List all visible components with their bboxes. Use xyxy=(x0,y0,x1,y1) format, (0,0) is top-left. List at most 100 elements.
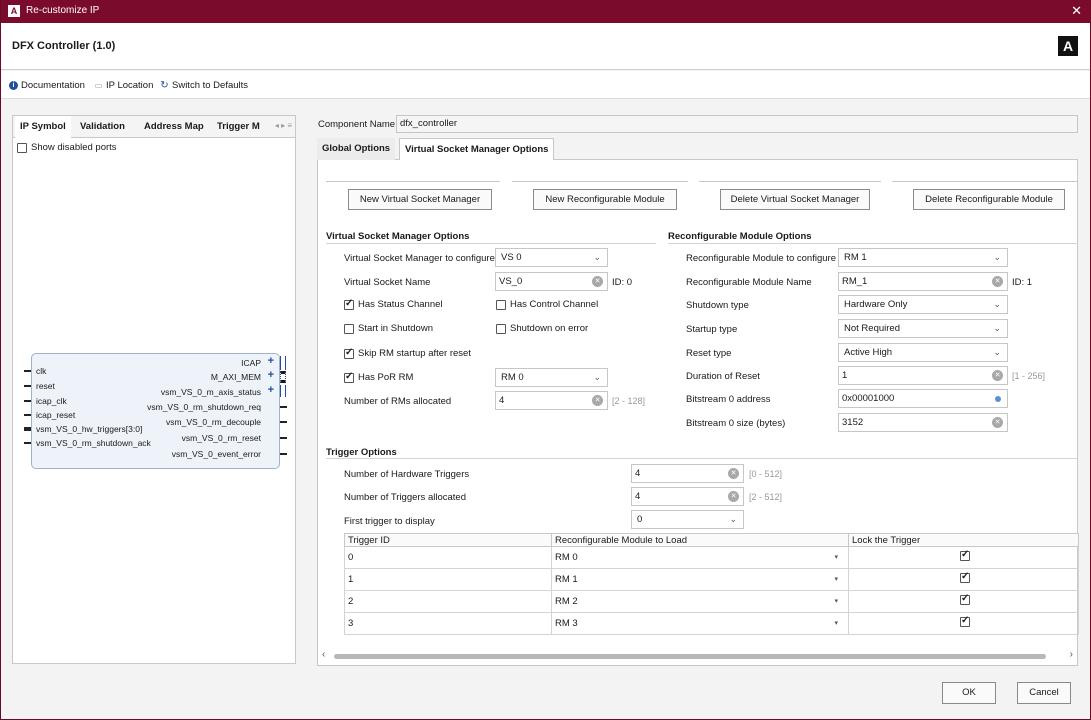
ip-location-link[interactable]: ▭ IP Location xyxy=(94,80,154,91)
section-rule xyxy=(326,458,1078,459)
start-in-shutdown-checkbox[interactable] xyxy=(344,323,354,334)
has-por-rm[interactable]: Has PoR RM xyxy=(344,371,413,383)
col-rm-to-load[interactable]: Reconfigurable Module to Load xyxy=(551,533,849,547)
horizontal-scrollbar[interactable]: ‹ › xyxy=(320,649,1077,663)
col-trigger-id[interactable]: Trigger ID xyxy=(344,533,552,547)
hw-triggers-label: Number of Hardware Triggers xyxy=(344,469,470,480)
documentation-link[interactable]: i Documentation xyxy=(9,80,85,91)
tab-trigger-management[interactable]: Trigger M xyxy=(212,116,265,138)
triggers-alloc-input[interactable]: 4 ✕ xyxy=(631,487,744,506)
divider xyxy=(326,181,500,182)
tab-validation[interactable]: Validation xyxy=(75,116,130,138)
tab-ip-symbol[interactable]: IP Symbol xyxy=(15,116,71,139)
expand-plus-icon[interactable]: + xyxy=(268,369,274,381)
bs0-addr-input[interactable]: 0x00001000 xyxy=(838,389,1008,408)
lock-checkbox[interactable] xyxy=(960,615,970,627)
expand-plus-icon[interactable]: + xyxy=(268,355,274,367)
reset-type-select[interactable]: Active High ⌄ xyxy=(838,343,1008,362)
vs-name-input[interactable]: VS_0 ✕ xyxy=(495,272,608,291)
clear-icon[interactable]: ✕ xyxy=(592,276,603,287)
port-hw-triggers: vsm_VS_0_hw_triggers[3:0] xyxy=(36,424,143,434)
has-control-channel-checkbox[interactable] xyxy=(496,299,506,310)
triggers-alloc-hint: [2 - 512] xyxy=(749,492,783,502)
rm-select-cell[interactable]: RM 2 ▾ xyxy=(551,590,849,613)
port-pin xyxy=(24,370,31,372)
delete-rm-button[interactable]: Delete Reconfigurable Module xyxy=(913,189,1065,210)
scroll-left-icon[interactable]: ‹ xyxy=(322,649,325,660)
lock-checkbox[interactable] xyxy=(960,549,970,561)
hw-triggers-input[interactable]: 4 ✕ xyxy=(631,464,744,483)
table-row[interactable]: 0 RM 0 ▾ xyxy=(344,546,1079,569)
show-disabled-ports-checkbox[interactable] xyxy=(17,142,27,153)
divider xyxy=(512,181,688,182)
port-event-error: vsm_VS_0_event_error xyxy=(171,449,261,459)
new-rm-button[interactable]: New Reconfigurable Module xyxy=(533,189,677,210)
triggers-alloc-label: Number of Triggers allocated xyxy=(344,492,466,503)
section-rule xyxy=(326,243,656,244)
skip-rm-startup[interactable]: Skip RM startup after reset xyxy=(344,347,471,359)
port-pin xyxy=(280,421,287,423)
rm-select-cell[interactable]: RM 0 ▾ xyxy=(551,546,849,569)
divider xyxy=(699,181,881,182)
shutdown-on-error[interactable]: Shutdown on error xyxy=(496,323,588,334)
close-icon[interactable]: ✕ xyxy=(1071,3,1082,19)
has-status-channel-checkbox[interactable] xyxy=(344,298,354,310)
clear-icon[interactable]: ✕ xyxy=(992,417,1003,428)
rm-select-cell[interactable]: RM 1 ▾ xyxy=(551,568,849,591)
page-title: DFX Controller (1.0) xyxy=(12,40,116,52)
duration-input[interactable]: 1 ✕ xyxy=(838,366,1008,385)
new-vsm-button[interactable]: New Virtual Socket Manager xyxy=(348,189,492,210)
clear-icon[interactable]: ✕ xyxy=(728,468,739,479)
lock-checkbox[interactable] xyxy=(960,571,970,583)
tab-vsm-options[interactable]: Virtual Socket Manager Options xyxy=(399,138,555,161)
trigger-id-cell: 1 xyxy=(344,568,552,591)
shutdown-type-select[interactable]: Hardware Only ⌄ xyxy=(838,295,1008,314)
bs0-size-input[interactable]: 3152 ✕ xyxy=(838,413,1008,432)
chevron-down-icon: ⌄ xyxy=(593,372,601,382)
lock-checkbox[interactable] xyxy=(960,593,970,605)
table-row[interactable]: 2 RM 2 ▾ xyxy=(344,590,1079,613)
shutdown-on-error-checkbox[interactable] xyxy=(496,323,506,334)
skip-rm-startup-checkbox[interactable] xyxy=(344,347,354,359)
lock-cell[interactable] xyxy=(848,568,1079,591)
port-bus-pin xyxy=(24,427,31,431)
tab-scroll-icon[interactable]: ◂ ▸ ≡ xyxy=(275,121,292,130)
tab-global-options[interactable]: Global Options xyxy=(317,138,396,160)
has-control-channel[interactable]: Has Control Channel xyxy=(496,299,598,310)
port-pin xyxy=(24,442,31,444)
component-name-input[interactable]: dfx_controller xyxy=(396,115,1078,133)
lock-cell[interactable] xyxy=(848,546,1079,569)
vsm-configure-select[interactable]: VS 0 ⌄ xyxy=(495,248,608,267)
expand-plus-icon[interactable]: + xyxy=(268,384,274,396)
first-trigger-select[interactable]: 0 ⌄ xyxy=(631,510,744,529)
table-row[interactable]: 3 RM 3 ▾ xyxy=(344,612,1079,635)
scrollbar-thumb[interactable] xyxy=(334,654,1046,659)
startup-type-select[interactable]: Not Required ⌄ xyxy=(838,319,1008,338)
clear-icon[interactable]: ✕ xyxy=(728,491,739,502)
rm-configure-select[interactable]: RM 1 ⌄ xyxy=(838,248,1008,267)
table-row[interactable]: 1 RM 1 ▾ xyxy=(344,568,1079,591)
title-bar: A Re-customize IP ✕ xyxy=(1,0,1090,23)
has-por-rm-checkbox[interactable] xyxy=(344,371,354,383)
col-lock-trigger[interactable]: Lock the Trigger xyxy=(848,533,1079,547)
lock-cell[interactable] xyxy=(848,590,1079,613)
rm-select-cell[interactable]: RM 3 ▾ xyxy=(551,612,849,635)
tab-address-map[interactable]: Address Map xyxy=(139,116,209,138)
cancel-button[interactable]: Cancel xyxy=(1017,682,1071,704)
ok-button[interactable]: OK xyxy=(942,682,996,704)
delete-vsm-button[interactable]: Delete Virtual Socket Manager xyxy=(720,189,870,210)
show-disabled-ports[interactable]: Show disabled ports xyxy=(17,142,117,153)
num-rms-input[interactable]: 4 ✕ xyxy=(495,391,608,410)
start-in-shutdown[interactable]: Start in Shutdown xyxy=(344,323,433,334)
clear-icon[interactable]: ✕ xyxy=(992,370,1003,381)
has-status-channel[interactable]: Has Status Channel xyxy=(344,298,443,310)
port-pin xyxy=(24,385,31,387)
vsm-configure-label: Virtual Socket Manager to configure xyxy=(344,253,495,264)
clear-icon[interactable]: ✕ xyxy=(592,395,603,406)
scroll-right-icon[interactable]: › xyxy=(1070,649,1073,660)
por-rm-select[interactable]: RM 0 ⌄ xyxy=(495,368,608,387)
lock-cell[interactable] xyxy=(848,612,1079,635)
rm-name-input[interactable]: RM_1 ✕ xyxy=(838,272,1008,291)
clear-icon[interactable]: ✕ xyxy=(992,276,1003,287)
switch-defaults-link[interactable]: ↻ Switch to Defaults xyxy=(160,80,248,91)
